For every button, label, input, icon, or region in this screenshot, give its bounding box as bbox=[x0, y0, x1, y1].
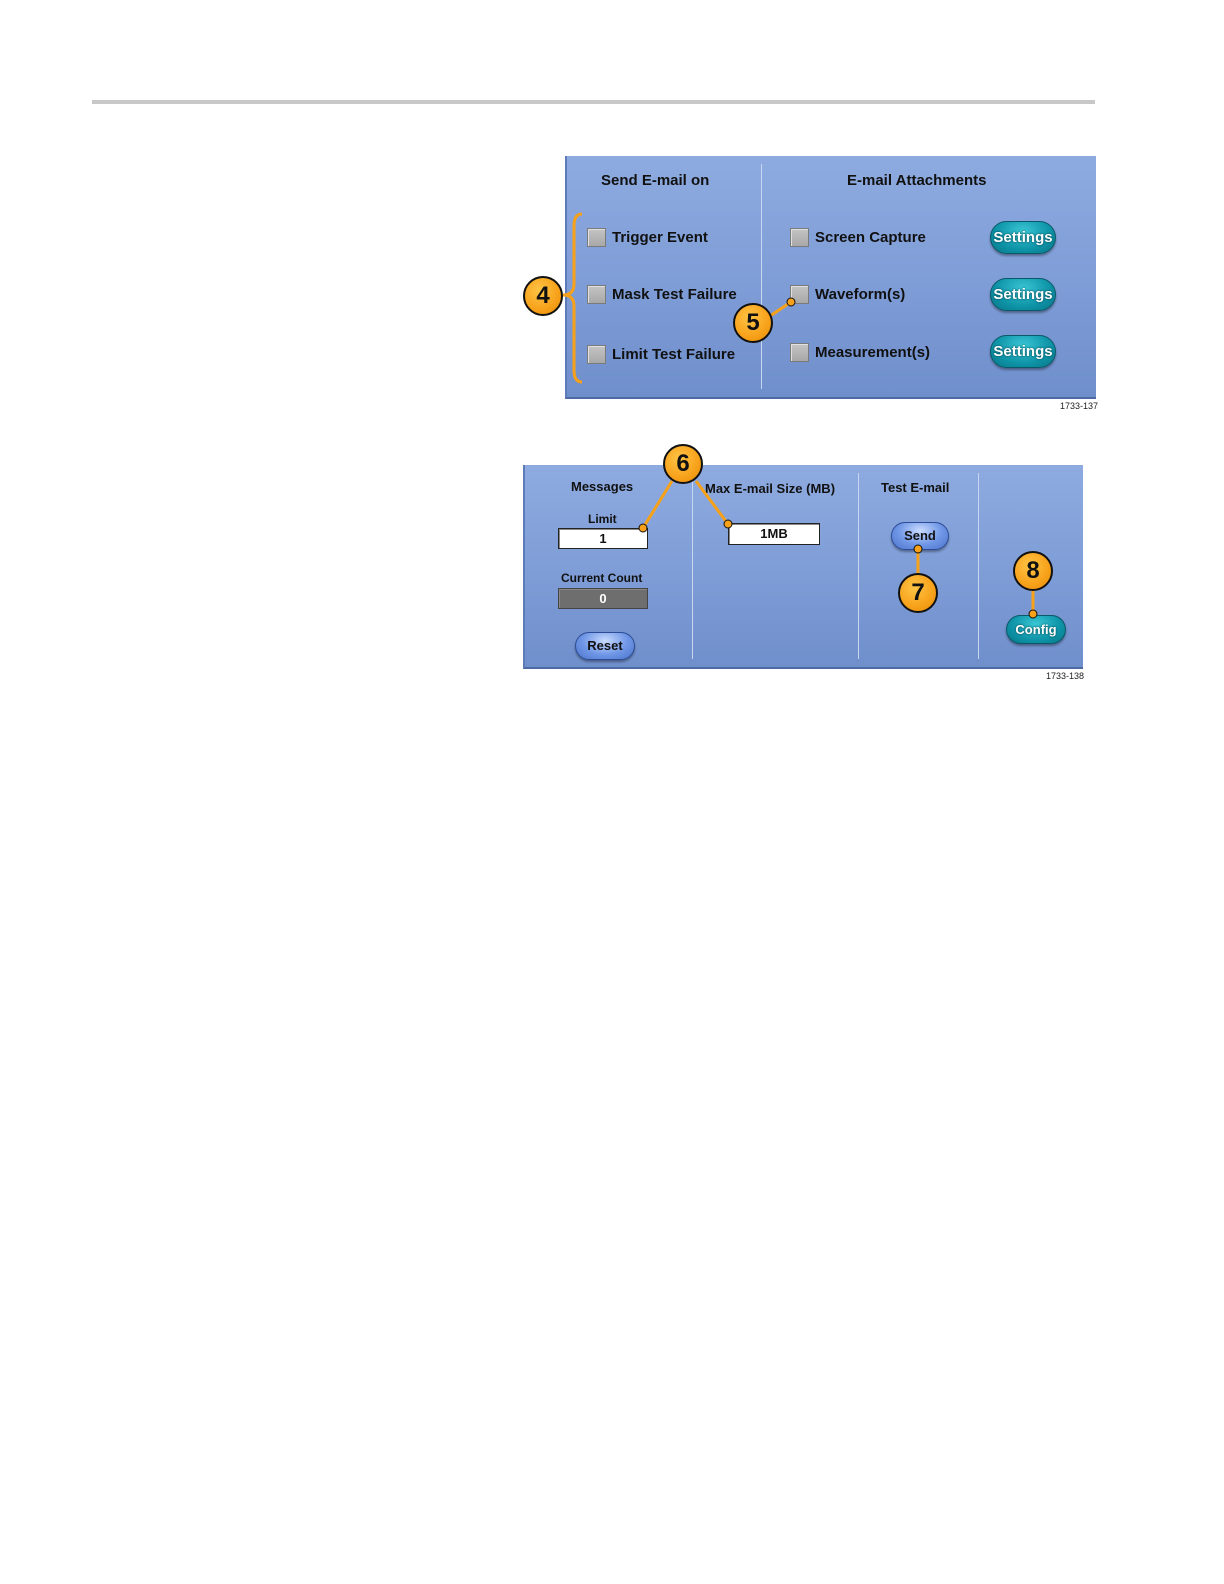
callout-4: 4 bbox=[523, 276, 563, 316]
limit-test-failure-checkbox-row[interactable]: Limit Test Failure bbox=[587, 343, 735, 365]
mask-test-failure-label: Mask Test Failure bbox=[612, 285, 737, 303]
messages-heading: Messages bbox=[571, 479, 634, 494]
screen-capture-checkbox-row[interactable]: Screen Capture bbox=[790, 226, 926, 248]
mask-test-failure-checkbox-row[interactable]: Mask Test Failure bbox=[587, 283, 737, 305]
waveforms-checkbox[interactable] bbox=[790, 284, 809, 304]
email-send-panel: Send E-mail on E-mail Attachments Trigge… bbox=[565, 156, 1096, 399]
test-email-heading: Test E-mail bbox=[881, 480, 950, 495]
callout-8: 8 bbox=[1013, 551, 1053, 591]
figure-id-1: 1733-137 bbox=[1060, 401, 1099, 411]
panel-divider bbox=[978, 473, 979, 659]
mask-test-failure-checkbox[interactable] bbox=[587, 284, 606, 304]
limit-label: Limit bbox=[588, 512, 617, 526]
reset-button[interactable]: Reset bbox=[575, 632, 635, 660]
trigger-event-checkbox[interactable] bbox=[587, 227, 606, 247]
callout-7: 7 bbox=[898, 573, 938, 613]
measurements-settings-button[interactable]: Settings bbox=[990, 335, 1056, 368]
current-count-field: 0 bbox=[558, 588, 648, 609]
email-config-panel: Messages Limit 1 Current Count 0 Reset M… bbox=[523, 465, 1083, 669]
trigger-event-label: Trigger Event bbox=[612, 228, 708, 246]
screen-capture-settings-button[interactable]: Settings bbox=[990, 221, 1056, 254]
max-email-size-heading: Max E-mail Size (MB) bbox=[705, 481, 836, 496]
screen-capture-checkbox[interactable] bbox=[790, 227, 809, 247]
callout-5: 5 bbox=[733, 303, 773, 343]
measurements-label: Measurement(s) bbox=[815, 343, 931, 361]
waveforms-settings-button[interactable]: Settings bbox=[990, 278, 1056, 311]
header-rule bbox=[92, 100, 1095, 104]
panel-divider bbox=[858, 473, 859, 659]
panel-divider bbox=[761, 164, 762, 389]
measurements-checkbox-row[interactable]: Measurement(s) bbox=[790, 341, 930, 363]
send-test-email-button[interactable]: Send bbox=[891, 522, 949, 550]
callout-6: 6 bbox=[663, 444, 703, 484]
limit-test-failure-checkbox[interactable] bbox=[587, 344, 606, 364]
figure-id-2: 1733-138 bbox=[1046, 671, 1085, 681]
measurements-checkbox[interactable] bbox=[790, 342, 809, 362]
current-count-label: Current Count bbox=[561, 571, 643, 585]
waveforms-label: Waveform(s) bbox=[815, 285, 906, 303]
limit-test-failure-label: Limit Test Failure bbox=[612, 345, 736, 363]
waveforms-checkbox-row[interactable]: Waveform(s) bbox=[790, 283, 905, 305]
screen-capture-label: Screen Capture bbox=[815, 228, 926, 246]
send-email-on-heading: Send E-mail on bbox=[601, 172, 710, 189]
config-button[interactable]: Config bbox=[1006, 615, 1066, 644]
email-attachments-heading: E-mail Attachments bbox=[847, 172, 987, 189]
panel-divider bbox=[692, 473, 693, 659]
max-email-size-field[interactable]: 1MB bbox=[728, 523, 820, 545]
limit-field[interactable]: 1 bbox=[558, 528, 648, 549]
trigger-event-checkbox-row[interactable]: Trigger Event bbox=[587, 226, 708, 248]
